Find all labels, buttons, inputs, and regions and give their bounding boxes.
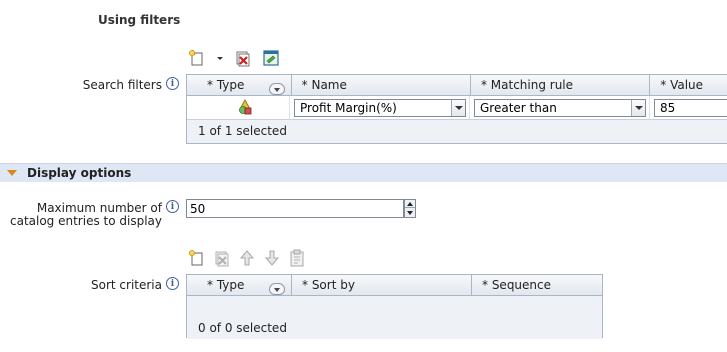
column-label: * Sequence xyxy=(482,278,552,292)
column-label: * Type xyxy=(207,278,245,292)
column-label: * Matching rule xyxy=(480,78,574,92)
spin-down-icon[interactable] xyxy=(405,209,415,217)
sort-criteria-label: Sort criteria xyxy=(91,278,162,292)
info-icon[interactable]: i xyxy=(166,77,179,90)
matching-rule-select[interactable]: Greater than xyxy=(474,99,646,117)
input-value: 85 xyxy=(660,101,676,115)
section-title: Using filters xyxy=(98,13,181,27)
delete-row-icon xyxy=(213,249,231,267)
info-icon[interactable]: i xyxy=(166,200,179,213)
column-header-sort-by[interactable]: * Sort by xyxy=(292,275,472,295)
move-down-icon xyxy=(263,249,281,267)
selection-count: 0 of 0 selected xyxy=(187,317,602,339)
name-cell: Profit Margin(%) xyxy=(290,96,470,119)
chevron-down-icon[interactable] xyxy=(451,100,465,116)
column-label: * Name xyxy=(301,78,347,92)
column-header-name[interactable]: * Name xyxy=(292,75,471,95)
search-filters-table: * Type * Name * Matching rule * Value Pr… xyxy=(186,74,727,144)
sort-criteria-toolbar xyxy=(188,249,306,267)
input-value: 50 xyxy=(190,202,206,216)
name-select[interactable]: Profit Margin(%) xyxy=(294,99,466,117)
table-header: * Type * Name * Matching rule * Value xyxy=(187,75,727,96)
new-row-dropdown-icon[interactable] xyxy=(216,49,224,67)
attribute-shapes-icon xyxy=(237,99,253,118)
column-label: * Value xyxy=(660,78,704,92)
value-cell: 85 xyxy=(650,96,727,119)
max-entries-label: Maximum number of catalog entries to dis… xyxy=(10,202,162,228)
display-options-header[interactable]: Display options xyxy=(0,163,727,182)
column-header-sequence[interactable]: * Sequence xyxy=(472,275,602,295)
display-options-title: Display options xyxy=(27,166,132,180)
column-header-matching-rule[interactable]: * Matching rule xyxy=(471,75,651,95)
matching-rule-cell: Greater than xyxy=(470,96,650,119)
max-entries-input[interactable]: 50 xyxy=(186,199,404,218)
clipboard-icon xyxy=(288,249,306,267)
label-line: catalog entries to display xyxy=(10,214,162,228)
delete-row-icon[interactable] xyxy=(234,49,252,67)
spin-up-icon[interactable] xyxy=(405,200,415,208)
column-label: * Type xyxy=(207,78,245,92)
select-value: Greater than xyxy=(480,101,557,115)
sort-dropdown-icon[interactable] xyxy=(268,83,285,95)
column-label: * Sort by xyxy=(302,278,355,292)
column-header-type[interactable]: * Type xyxy=(187,275,292,295)
value-input[interactable]: 85 xyxy=(654,99,727,117)
select-value: Profit Margin(%) xyxy=(300,101,397,115)
table-row[interactable]: Profit Margin(%) Greater than 85 xyxy=(187,96,727,120)
search-filters-label: Search filters xyxy=(82,78,162,92)
info-icon[interactable]: i xyxy=(166,277,179,290)
chevron-down-icon[interactable] xyxy=(631,100,645,116)
collapse-triangle-icon[interactable] xyxy=(7,170,17,176)
move-up-icon xyxy=(238,249,256,267)
empty-table-body xyxy=(187,296,602,317)
search-filters-toolbar xyxy=(188,49,280,67)
new-row-icon[interactable] xyxy=(188,249,206,267)
table-header: * Type * Sort by * Sequence xyxy=(187,275,602,296)
column-header-value[interactable]: * Value xyxy=(650,75,727,95)
type-cell xyxy=(187,96,290,119)
edit-row-icon[interactable] xyxy=(262,49,280,67)
selection-count: 1 of 1 selected xyxy=(187,120,727,142)
sort-criteria-table: * Type * Sort by * Sequence 0 of 0 selec… xyxy=(186,274,603,339)
sort-dropdown-icon[interactable] xyxy=(269,283,285,295)
new-row-icon[interactable] xyxy=(188,49,206,67)
column-header-type[interactable]: * Type xyxy=(187,75,292,95)
number-spinner[interactable] xyxy=(404,199,416,218)
